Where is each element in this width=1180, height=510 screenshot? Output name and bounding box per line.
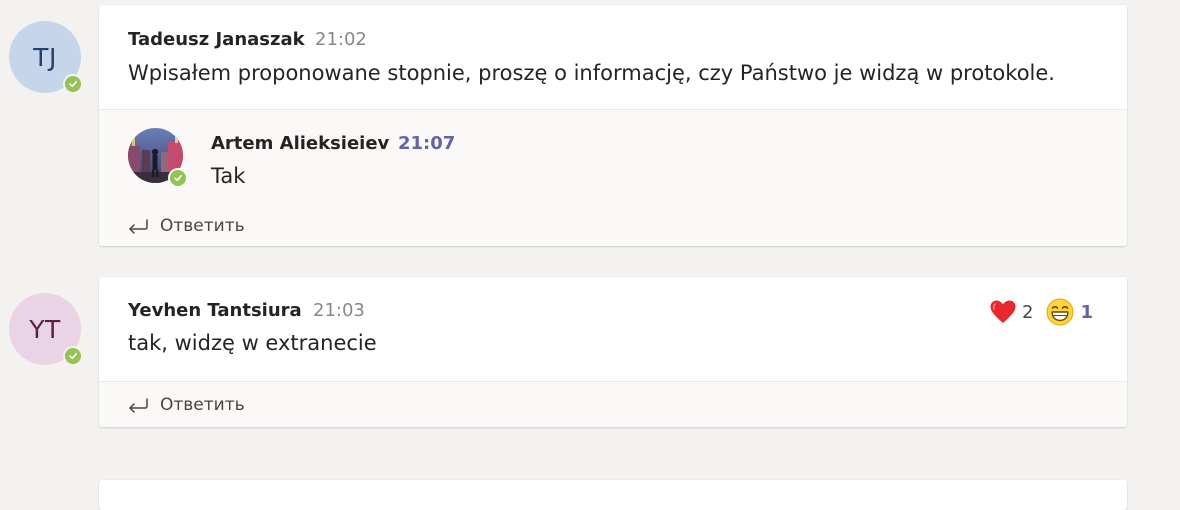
message-timestamp: 21:03 <box>313 300 365 321</box>
reply-button[interactable]: Ответить <box>126 216 245 236</box>
message-thread: Yevhen Tantsiura 21:03 tak, widzę w extr… <box>99 277 1127 427</box>
avatar-initials: YT <box>29 314 61 344</box>
message-author[interactable]: Tadeusz Janaszak <box>128 29 305 50</box>
message-author[interactable]: Yevhen Tantsiura <box>128 300 302 321</box>
reply-avatar[interactable] <box>128 128 188 188</box>
reply-author[interactable]: Artem Alieksieiev <box>211 133 389 154</box>
reaction-count: 2 <box>1022 301 1034 323</box>
message-thread: Tadeusz Janaszak 21:02 Wpisałem proponow… <box>99 5 1127 246</box>
message[interactable]: Yevhen Tantsiura 21:03 tak, widzę w extr… <box>99 277 1127 381</box>
message-timestamp: 21:02 <box>315 29 367 50</box>
reply-arrow-icon <box>129 219 148 234</box>
message-thread <box>99 480 1127 510</box>
avatar[interactable]: YT <box>9 293 83 366</box>
avatar-initials: TJ <box>33 42 57 72</box>
message-text: tak, widzę w extranecie <box>128 331 377 355</box>
reactions-bar: 2 1 <box>989 297 1093 327</box>
reply-button[interactable]: Ответить <box>126 395 245 415</box>
presence-available-icon <box>63 346 83 366</box>
replies-section: Ответить <box>99 381 1127 427</box>
reply-arrow-icon <box>129 398 148 413</box>
reaction-laugh[interactable]: 1 <box>1045 297 1093 327</box>
heart-icon <box>990 300 1016 323</box>
message[interactable]: Tadeusz Janaszak 21:02 Wpisałem proponow… <box>99 5 1127 109</box>
presence-available-icon <box>168 168 188 188</box>
reply-button-label: Ответить <box>160 216 245 236</box>
reply-text: Tak <box>211 164 246 188</box>
reply-button-label: Ответить <box>160 395 245 415</box>
message-text: Wpisałem proponowane stopnie, proszę o i… <box>128 61 1055 85</box>
replies-section: Artem Alieksieiev 21:07 Tak Ответить <box>99 109 1127 246</box>
reply-timestamp: 21:07 <box>398 133 456 154</box>
reaction-count: 1 <box>1080 301 1093 323</box>
laugh-emoji-icon <box>1046 298 1074 326</box>
reaction-heart[interactable]: 2 <box>989 299 1033 325</box>
presence-available-icon <box>63 74 83 94</box>
avatar[interactable]: TJ <box>9 21 83 94</box>
